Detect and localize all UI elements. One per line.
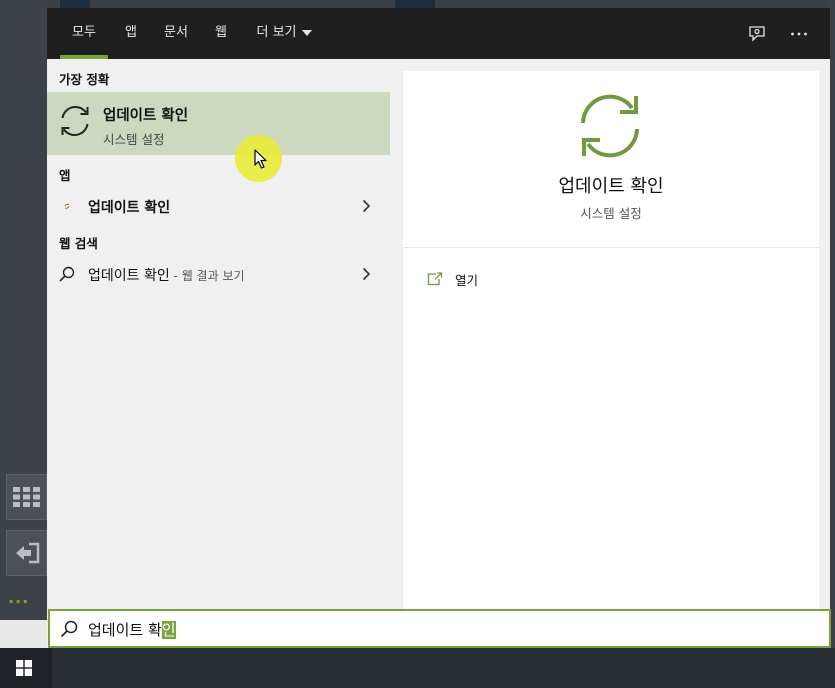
app-result-item[interactable]: 업데이트 확인: [47, 191, 390, 221]
tab-web[interactable]: 웹: [207, 8, 235, 59]
web-result-title: 업데이트 확인 - 웹 결과 보기: [88, 265, 245, 285]
search-icon: [60, 620, 78, 638]
mouse-cursor-icon: [254, 149, 267, 169]
open-label: 열기: [455, 272, 479, 288]
app-icon: [64, 203, 70, 209]
sign-in-button[interactable]: [6, 530, 47, 576]
search-composing-text: 인: [161, 621, 176, 639]
apps-header: 앱: [59, 168, 71, 183]
best-match-header: 가장 정확: [59, 72, 110, 87]
desktop-left-area: ···: [0, 0, 47, 620]
search-tab-bar: 모두 앱 문서 웹 더 보기: [47, 8, 830, 59]
preview-title: 업데이트 확인: [558, 176, 664, 197]
feedback-button[interactable]: [745, 22, 769, 46]
preview-pane: 업데이트 확인 시스템 설정 열기: [403, 71, 819, 609]
best-match-subtitle: 시스템 설정: [103, 132, 165, 147]
search-input[interactable]: 업데이트 확인: [88, 619, 176, 640]
web-search-header: 웹 검색: [59, 236, 98, 251]
tab-apps[interactable]: 앱: [117, 8, 145, 59]
sign-in-icon: [15, 542, 39, 564]
desktop-tile: [395, 0, 435, 8]
taskbar-area: [52, 648, 835, 688]
open-action[interactable]: 열기: [427, 269, 478, 289]
tab-more-label: 더 보기: [256, 25, 297, 40]
tab-all-label: 모두: [72, 25, 96, 40]
chevron-down-icon: [301, 29, 312, 36]
tab-apps-label: 앱: [125, 25, 137, 40]
more-options-icon: [791, 32, 807, 36]
web-result-suffix: - 웹 결과 보기: [169, 269, 245, 283]
web-result-query: 업데이트 확인: [88, 268, 170, 284]
search-icon: [59, 266, 75, 282]
search-box[interactable]: 업데이트 확인: [48, 609, 831, 648]
desktop-lower-strip: [0, 620, 47, 648]
feedback-icon: [749, 26, 765, 42]
tab-web-label: 웹: [215, 25, 227, 40]
sync-icon: [581, 94, 639, 158]
tab-all[interactable]: 모두: [60, 8, 108, 59]
best-match-title: 업데이트 확인: [103, 108, 189, 124]
more-dots-icon[interactable]: ···: [8, 592, 29, 611]
desktop-tile: [60, 0, 90, 8]
results-list: 가장 정확 업데이트 확인 시스템 설정 앱 업데이트 확인 웹 검색 업데이트…: [47, 59, 390, 609]
grid-icon: [12, 487, 40, 507]
more-options-button[interactable]: [787, 22, 811, 46]
tab-documents[interactable]: 문서: [155, 8, 197, 59]
chevron-right-icon[interactable]: [361, 267, 371, 281]
taskbar: [0, 648, 835, 688]
tab-documents-label: 문서: [164, 25, 188, 40]
chevron-right-icon[interactable]: [361, 199, 371, 213]
web-result-item[interactable]: 업데이트 확인 - 웹 결과 보기: [47, 259, 390, 289]
app-result-title: 업데이트 확인: [88, 200, 171, 216]
search-panel: 모두 앱 문서 웹 더 보기 가장 정확 업데이트 확인 시스템 설정 앱 업데…: [47, 8, 831, 648]
start-button[interactable]: [0, 648, 48, 688]
search-typed-text: 업데이트 확: [88, 621, 162, 639]
preview-divider: [403, 247, 819, 248]
preview-subtitle: 시스템 설정: [580, 206, 642, 221]
best-match-item[interactable]: 업데이트 확인 시스템 설정: [47, 92, 390, 182]
desktop-right-edge: [830, 0, 835, 620]
apps-grid-button[interactable]: [6, 474, 47, 520]
windows-logo-icon: [16, 660, 32, 676]
open-icon: [427, 272, 443, 286]
sync-icon: [61, 106, 89, 136]
tab-more[interactable]: 더 보기: [246, 8, 322, 59]
